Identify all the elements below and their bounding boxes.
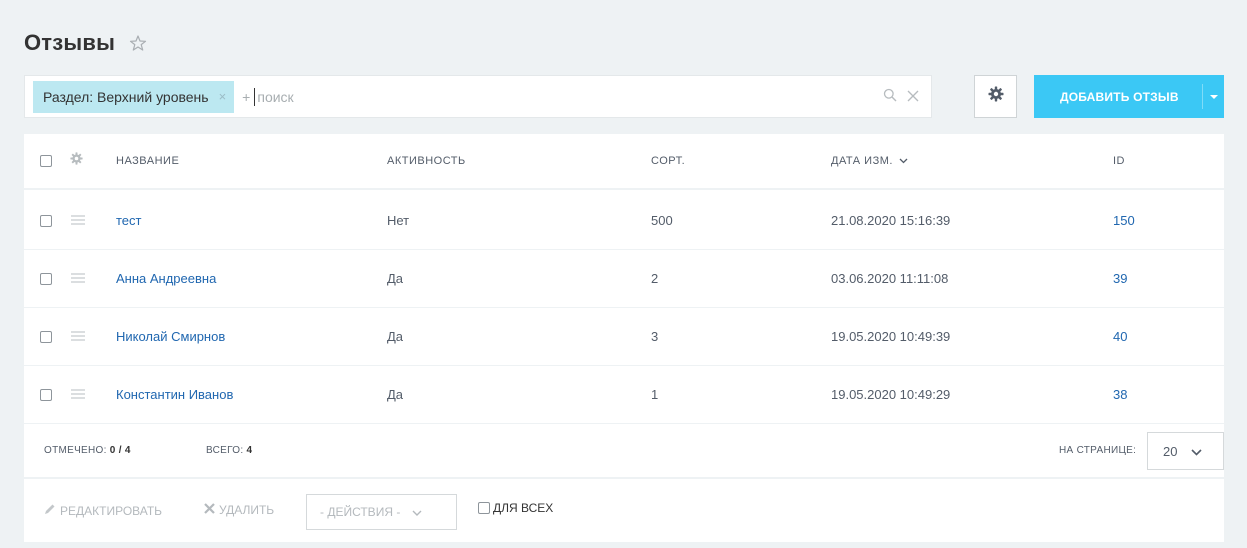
cross-icon [204, 503, 215, 517]
search-input[interactable] [254, 87, 735, 106]
close-icon[interactable] [907, 89, 919, 107]
table-summary: ОТМЕЧЕНО: 0 / 4 ВСЕГО: 4 НА СТРАНИЦЕ: 20 [24, 424, 1224, 479]
gear-icon [988, 86, 1004, 107]
total-count-label: ВСЕГО: [206, 445, 244, 456]
table-header: НАЗВАНИЕ АКТИВНОСТЬ СОРТ. ДАТА ИЗМ. ID [24, 134, 1224, 190]
caret-down-icon[interactable] [1203, 94, 1224, 100]
row-date: 03.06.2020 11:11:08 [831, 271, 949, 286]
column-header-date-label: ДАТА ИЗМ. [831, 155, 893, 167]
row-sort: 2 [651, 271, 659, 286]
actions-dropdown-label: - ДЕЙСТВИЯ - [320, 505, 401, 519]
row-sort: 1 [651, 387, 659, 402]
settings-button[interactable] [974, 75, 1017, 118]
for-all-checkbox[interactable] [478, 502, 490, 514]
column-header-date[interactable]: ДАТА ИЗМ. [831, 155, 908, 167]
chevron-down-icon [412, 505, 422, 519]
row-checkbox[interactable] [40, 330, 52, 343]
selected-count-value: 0 / 4 [109, 445, 131, 456]
row-checkbox[interactable] [40, 214, 52, 227]
row-active: Да [387, 329, 404, 344]
row-active: Да [387, 387, 404, 402]
row-date: 19.05.2020 10:49:29 [831, 387, 951, 402]
per-page-select[interactable]: 20 [1147, 432, 1224, 470]
row-active: Нет [387, 213, 410, 228]
actions-dropdown[interactable]: - ДЕЙСТВИЯ - [306, 494, 457, 530]
total-count-value: 4 [246, 445, 253, 456]
page: Отзывы Раздел: Верхний уровень × + поиск… [0, 0, 1247, 548]
delete-button[interactable]: УДАЛИТЬ [204, 503, 274, 517]
star-icon[interactable] [129, 34, 147, 52]
filter-chip[interactable]: Раздел: Верхний уровень × [33, 80, 235, 113]
row-name-link[interactable]: Анна Андреевна [116, 271, 216, 286]
gear-icon[interactable] [70, 152, 84, 170]
table-row[interactable]: Константин Иванов Да 1 19.05.2020 10:49:… [24, 366, 1224, 424]
pencil-icon [44, 503, 56, 518]
row-id-link[interactable]: 150 [1113, 213, 1135, 228]
delete-button-label: УДАЛИТЬ [219, 503, 275, 517]
per-page-value: 20 [1163, 443, 1178, 459]
add-review-button[interactable]: ДОБАВИТЬ ОТЗЫВ [1034, 75, 1224, 118]
row-sort: 3 [651, 329, 659, 344]
total-count: ВСЕГО: 4 [206, 445, 252, 456]
chevron-down-icon [1191, 444, 1203, 459]
row-name-link[interactable]: Константин Иванов [116, 387, 233, 402]
table-row[interactable]: тест Нет 500 21.08.2020 15:16:39 150 [24, 192, 1224, 250]
reviews-table: НАЗВАНИЕ АКТИВНОСТЬ СОРТ. ДАТА ИЗМ. ID т… [24, 134, 1224, 542]
row-date: 19.05.2020 10:49:39 [831, 329, 951, 344]
actions-panel: РЕДАКТИРОВАТЬ УДАЛИТЬ - ДЕЙСТВИЯ - ДЛЯ В… [24, 481, 1224, 542]
table-row[interactable]: Николай Смирнов Да 3 19.05.2020 10:49:39… [24, 308, 1224, 366]
filter-icons [883, 88, 919, 107]
chevron-down-icon [899, 155, 908, 167]
title-row: Отзывы [24, 30, 147, 56]
row-checkbox[interactable] [40, 272, 52, 285]
column-header-active[interactable]: АКТИВНОСТЬ [387, 155, 466, 167]
selected-count: ОТМЕЧЕНО: 0 / 4 [44, 445, 131, 456]
select-all-checkbox[interactable] [40, 155, 52, 167]
selected-count-label: ОТМЕЧЕНО: [44, 445, 107, 456]
row-id-link[interactable]: 39 [1113, 271, 1127, 286]
drag-handle-icon[interactable] [71, 386, 85, 404]
column-header-name[interactable]: НАЗВАНИЕ [116, 155, 179, 167]
table-row[interactable]: Анна Андреевна Да 2 03.06.2020 11:11:08 … [24, 250, 1224, 308]
row-active: Да [387, 271, 404, 286]
edit-button[interactable]: РЕДАКТИРОВАТЬ [44, 503, 162, 518]
row-name-link[interactable]: Николай Смирнов [116, 329, 225, 344]
row-id-link[interactable]: 38 [1113, 387, 1127, 402]
drag-handle-icon[interactable] [71, 212, 85, 230]
edit-button-label: РЕДАКТИРОВАТЬ [60, 503, 163, 518]
filter-chip-label: Раздел: Верхний уровень [43, 88, 209, 105]
column-header-id[interactable]: ID [1113, 155, 1125, 167]
search-icon[interactable] [883, 88, 897, 107]
row-date: 21.08.2020 15:16:39 [831, 213, 951, 228]
row-checkbox[interactable] [40, 388, 52, 401]
drag-handle-icon[interactable] [71, 328, 85, 346]
row-name-link[interactable]: тест [116, 213, 142, 228]
per-page-label: НА СТРАНИЦЕ: [1059, 445, 1137, 456]
filter-bar[interactable]: Раздел: Верхний уровень × + [24, 75, 932, 118]
for-all-label: ДЛЯ ВСЕХ [493, 501, 554, 515]
row-id-link[interactable]: 40 [1113, 329, 1127, 344]
row-sort: 500 [651, 213, 673, 228]
column-header-sort[interactable]: СОРТ. [651, 155, 685, 167]
page-title: Отзывы [24, 30, 116, 55]
chip-remove-icon[interactable]: × [219, 89, 227, 104]
add-review-label: ДОБАВИТЬ ОТЗЫВ [1060, 89, 1179, 104]
for-all-toggle[interactable]: ДЛЯ ВСЕХ [478, 501, 553, 515]
add-filter-icon[interactable]: + [242, 89, 250, 105]
drag-handle-icon[interactable] [71, 270, 85, 288]
